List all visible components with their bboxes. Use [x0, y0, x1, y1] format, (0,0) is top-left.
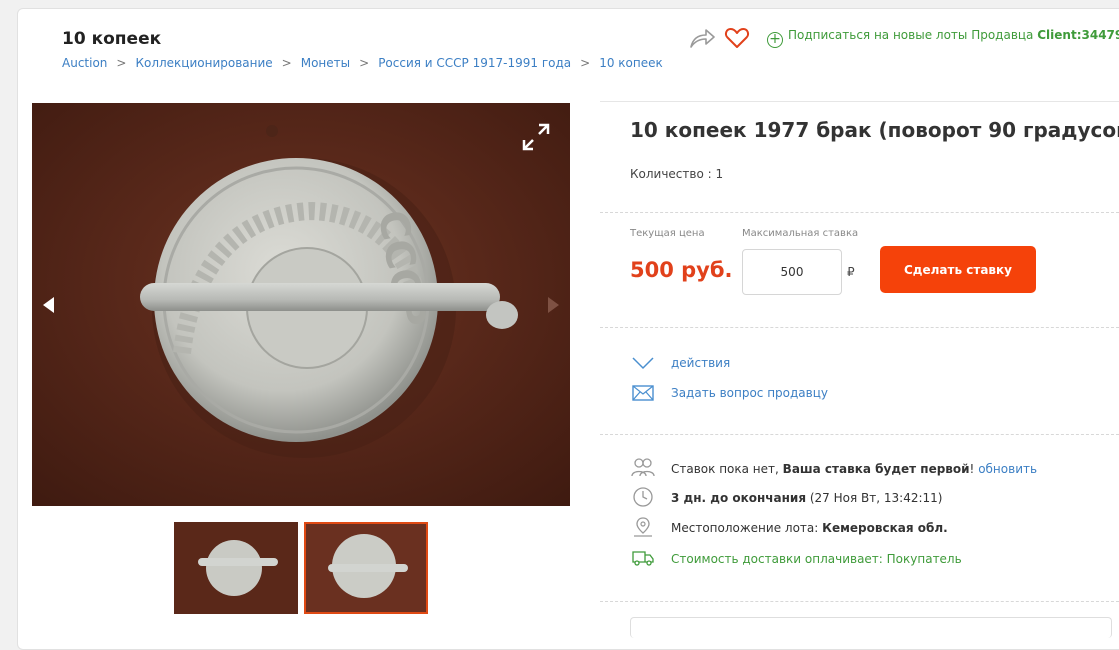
coin-photo: СССР — [32, 103, 570, 506]
clock-icon — [633, 487, 653, 507]
chevron-right-icon[interactable] — [546, 295, 562, 315]
breadcrumb-link-auction[interactable]: Auction — [62, 56, 107, 70]
location-label: Местоположение лота: — [671, 521, 819, 535]
shipping-info: Стоимость доставки оплачивает: Покупател… — [671, 552, 962, 566]
breadcrumb-separator: > — [116, 56, 127, 70]
mail-icon[interactable] — [631, 382, 655, 404]
thumbnail-image — [174, 522, 298, 614]
thumbnail-2[interactable] — [304, 522, 428, 614]
subscribe-text: Подписаться на новые лоты Продавца — [788, 28, 1034, 42]
lot-title: 10 копеек 1977 брак (поворот 90 градусов… — [630, 118, 1119, 142]
divider — [600, 327, 1119, 328]
location-value: Кемеровская обл. — [822, 521, 948, 535]
bids-status: Ставок пока нет, Ваша ставка будет перво… — [671, 462, 1037, 476]
divider — [600, 434, 1119, 435]
location-pin-icon — [634, 517, 652, 537]
breadcrumb-link-russia-ussr[interactable]: Россия и СССР 1917-1991 года — [378, 56, 571, 70]
breadcrumb-separator: > — [580, 56, 591, 70]
location: Местоположение лота: Кемеровская обл. — [671, 521, 948, 535]
divider — [600, 101, 1119, 102]
bottom-panel — [630, 617, 1112, 638]
divider — [600, 212, 1119, 213]
bids-status-bold: Ваша ставка будет первой — [782, 462, 970, 476]
breadcrumb-link-coins[interactable]: Монеты — [301, 56, 350, 70]
subscribe-seller-link[interactable]: + Подписаться на новые лоты Продавца Clie… — [767, 28, 1119, 48]
max-bid-input[interactable] — [742, 249, 842, 295]
plus-circle-icon: + — [767, 32, 783, 48]
place-bid-button[interactable]: Сделать ставку — [880, 246, 1036, 293]
thumbnail-1[interactable] — [174, 522, 298, 614]
end-date: (27 Ноя Вт, 13:42:11) — [809, 491, 943, 505]
main-lot-image[interactable]: СССР — [32, 103, 570, 506]
breadcrumb-separator: > — [359, 56, 370, 70]
breadcrumb-link-collecting[interactable]: Коллекционирование — [135, 56, 272, 70]
share-icon[interactable] — [689, 27, 715, 49]
current-price-label: Текущая цена — [630, 228, 705, 239]
currency-symbol: ₽ — [847, 265, 855, 279]
chevron-down-icon[interactable] — [631, 353, 655, 375]
quantity-label: Количество : 1 — [630, 167, 724, 181]
time-left-value: 3 дн. до окончания — [671, 491, 807, 505]
refresh-link[interactable]: обновить — [978, 462, 1037, 476]
users-icon — [631, 458, 655, 477]
time-left: 3 дн. до окончания (27 Ноя Вт, 13:42:11) — [671, 491, 942, 505]
breadcrumb-link-10-kopeks[interactable]: 10 копеек — [599, 56, 663, 70]
ask-seller-link[interactable]: Задать вопрос продавцу — [671, 386, 828, 400]
divider — [600, 601, 1119, 602]
thumbnail-image — [306, 524, 426, 612]
page-title: 10 копеек — [62, 29, 162, 49]
breadcrumb: Auction > Коллекционирование > Монеты > Россия… — [62, 56, 663, 70]
heart-icon[interactable] — [724, 26, 750, 50]
truck-icon — [632, 551, 654, 566]
current-price: 500 руб. — [630, 258, 733, 282]
actions-menu-link[interactable]: действия — [671, 356, 730, 370]
breadcrumb-separator: > — [281, 56, 292, 70]
seller-name[interactable]: Client:34479978 — [1037, 28, 1119, 42]
expand-icon[interactable] — [520, 121, 552, 153]
chevron-left-icon[interactable] — [40, 295, 56, 315]
max-bid-label: Максимальная ставка — [742, 228, 859, 239]
bids-status-text: Ставок пока нет, — [671, 462, 779, 476]
bids-status-tail: ! — [969, 462, 975, 476]
